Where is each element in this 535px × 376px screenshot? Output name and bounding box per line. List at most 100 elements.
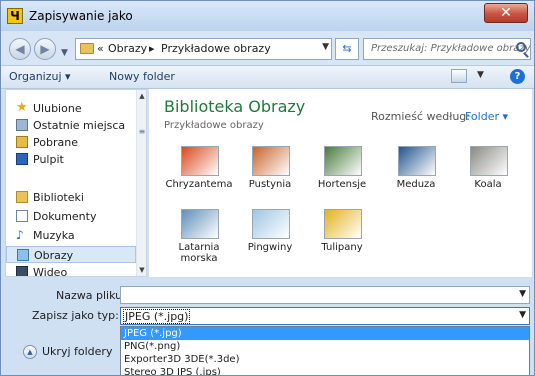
back-arrow-icon: ◀ xyxy=(15,42,25,56)
desert-thumbnail xyxy=(252,146,290,176)
back-button[interactable]: ◀ xyxy=(9,38,31,60)
file-item[interactable]: Koala xyxy=(452,146,524,210)
breadcrumb-obrazy[interactable]: Obrazy xyxy=(108,42,147,55)
sidebar-item-label: Dokumenty xyxy=(33,210,97,223)
file-item[interactable]: Hortensje xyxy=(306,146,378,210)
libraries-icon xyxy=(16,191,28,203)
filename-input[interactable]: ▼ xyxy=(120,286,530,304)
sidebar-item-label: Ostatnie miejsca xyxy=(33,119,126,132)
library-subtitle: Przykładowe obrazy xyxy=(164,120,264,131)
file-name: Hortensje xyxy=(317,179,367,190)
file-name: Tulipany xyxy=(321,242,363,253)
refresh-icon: ⇆ xyxy=(342,42,352,55)
file-name: Chryzantema xyxy=(165,179,233,190)
sidebar-scrollbar[interactable]: ▲ ≡ ▼ xyxy=(136,90,146,276)
filetype-dropdown-list: JPEG (*.jpg) PNG(*.png) Exporter3D 3DE(*… xyxy=(120,326,530,375)
sidebar-item-recent-places[interactable]: Ostatnie miejsca xyxy=(6,117,136,134)
forward-button[interactable]: ▶ xyxy=(34,38,56,60)
filetype-option-3de[interactable]: Exporter3D 3DE(*.3de) xyxy=(121,353,529,366)
sidebar-item-label: Wideo xyxy=(33,266,68,277)
pictures-icon xyxy=(17,249,29,261)
file-name: Meduza xyxy=(396,179,436,190)
scroll-up-icon[interactable]: ▲ xyxy=(137,90,146,102)
filename-label: Nazwa pliku: xyxy=(56,289,126,302)
filetype-option-png[interactable]: PNG(*.png) xyxy=(121,340,529,353)
scroll-grip-icon[interactable]: ≡ xyxy=(138,121,146,143)
arrange-by-dropdown[interactable]: Folder ▾ xyxy=(465,110,508,123)
jellyfish-thumbnail xyxy=(398,146,436,176)
chrysanthemum-thumbnail xyxy=(181,146,219,176)
search-icon[interactable] xyxy=(516,42,526,52)
file-item[interactable]: Tulipany xyxy=(306,209,378,273)
sidebar-item-desktop[interactable]: Pulpit xyxy=(6,151,136,168)
video-icon xyxy=(16,266,28,276)
documents-icon xyxy=(16,210,28,222)
filetype-option-jps[interactable]: Stereo 3D JPS (.jps) xyxy=(121,366,529,375)
file-item[interactable]: Latarnia morska xyxy=(163,209,235,273)
desktop-icon xyxy=(16,153,28,165)
folder-icon xyxy=(80,43,94,54)
sidebar-item-music[interactable]: ♪ Muzyka xyxy=(6,227,136,244)
lighthouse-thumbnail xyxy=(181,209,219,239)
file-item[interactable]: Chryzantema xyxy=(163,146,235,210)
close-button[interactable]: ✕ xyxy=(484,3,528,23)
navigation-pane: ★ Ulubione Ostatnie miejsca Pobrane Pulp… xyxy=(5,89,147,277)
filename-history-dropdown-icon[interactable]: ▼ xyxy=(519,289,526,299)
command-bar: Organizuj ▾ Nowy folder ▼ ? xyxy=(1,66,534,89)
sidebar-item-video[interactable]: Wideo xyxy=(6,264,136,277)
navigation-bar: ◀ ▶ ▼ « Obrazy ▸ Przykładowe obrazy ▼ ⇆ … xyxy=(1,31,534,66)
new-folder-button[interactable]: Nowy folder xyxy=(109,70,175,83)
breadcrumb-przykladowe-obrazy[interactable]: Przykładowe obrazy xyxy=(161,42,271,55)
help-icon[interactable]: ? xyxy=(510,69,525,84)
filetype-selected-value[interactable]: JPEG (*.jpg) xyxy=(122,309,191,324)
downloads-folder-icon xyxy=(16,136,28,148)
title-bar[interactable]: Ч Zapisywanie jako ✕ xyxy=(1,1,534,31)
save-as-dialog: Ч Zapisywanie jako ✕ ◀ ▶ ▼ « Obrazy ▸ Pr… xyxy=(0,0,535,376)
hydrangeas-thumbnail xyxy=(324,146,362,176)
file-view: Biblioteka Obrazy Przykładowe obrazy Roz… xyxy=(149,89,532,277)
view-options-dropdown-icon[interactable]: ▼ xyxy=(477,70,484,80)
sidebar-item-downloads[interactable]: Pobrane xyxy=(6,134,136,151)
sidebar-item-label: Ulubione xyxy=(33,102,82,115)
file-item[interactable]: Meduza xyxy=(380,146,452,210)
sidebar-item-label: Obrazy xyxy=(34,249,74,262)
sidebar-item-documents[interactable]: Dokumenty xyxy=(6,208,136,225)
sidebar-item-pictures[interactable]: Obrazy xyxy=(6,246,136,263)
music-icon: ♪ xyxy=(16,228,24,242)
search-box[interactable]: Przeszukaj: Przykładowe obrazy xyxy=(363,38,531,60)
file-item[interactable]: Pustynia xyxy=(234,146,306,210)
change-view-icon[interactable] xyxy=(451,69,467,83)
filetype-select[interactable]: JPEG (*.jpg) ▼ xyxy=(120,307,530,325)
history-dropdown-icon[interactable]: ▼ xyxy=(61,48,68,58)
recent-places-icon xyxy=(16,119,28,131)
organize-menu-button[interactable]: Organizuj ▾ xyxy=(9,70,71,83)
sidebar-item-label: Muzyka xyxy=(33,229,75,242)
sidebar-item-libraries[interactable]: Biblioteki xyxy=(6,189,136,206)
koala-thumbnail xyxy=(470,146,508,176)
collapse-up-icon: ▲ xyxy=(23,345,37,359)
address-dropdown-icon[interactable]: ▼ xyxy=(322,42,329,52)
sidebar-item-favorites[interactable]: ★ Ulubione xyxy=(6,100,136,117)
penguins-thumbnail xyxy=(252,209,290,239)
tulips-thumbnail xyxy=(324,209,362,239)
dialog-title: Zapisywanie jako xyxy=(29,9,133,23)
star-icon: ★ xyxy=(16,100,28,115)
filetype-option-jpeg[interactable]: JPEG (*.jpg) xyxy=(121,327,529,340)
file-name: Pingwiny xyxy=(247,242,293,253)
hide-folders-label: Ukryj foldery xyxy=(42,345,113,358)
filetype-dropdown-icon[interactable]: ▼ xyxy=(519,310,526,320)
file-name: Latarnia morska xyxy=(178,242,220,264)
arrange-by-label: Rozmieść według: xyxy=(371,110,470,123)
search-input[interactable]: Przeszukaj: Przykładowe obrazy xyxy=(371,43,531,54)
path-prefix[interactable]: « xyxy=(97,42,104,55)
breadcrumb-separator-icon[interactable]: ▸ xyxy=(149,42,155,55)
sidebar-item-label: Pobrane xyxy=(33,136,78,149)
filetype-label: Zapisz jako typ: xyxy=(32,309,119,322)
address-bar[interactable]: « Obrazy ▸ Przykładowe obrazy ▼ xyxy=(75,38,332,60)
forward-arrow-icon: ▶ xyxy=(40,42,50,56)
file-item[interactable]: Pingwiny xyxy=(234,209,306,273)
sidebar-item-label: Pulpit xyxy=(33,153,64,166)
scroll-down-icon[interactable]: ▼ xyxy=(137,264,146,276)
refresh-button[interactable]: ⇆ xyxy=(335,38,359,60)
library-title: Biblioteka Obrazy xyxy=(164,97,306,116)
